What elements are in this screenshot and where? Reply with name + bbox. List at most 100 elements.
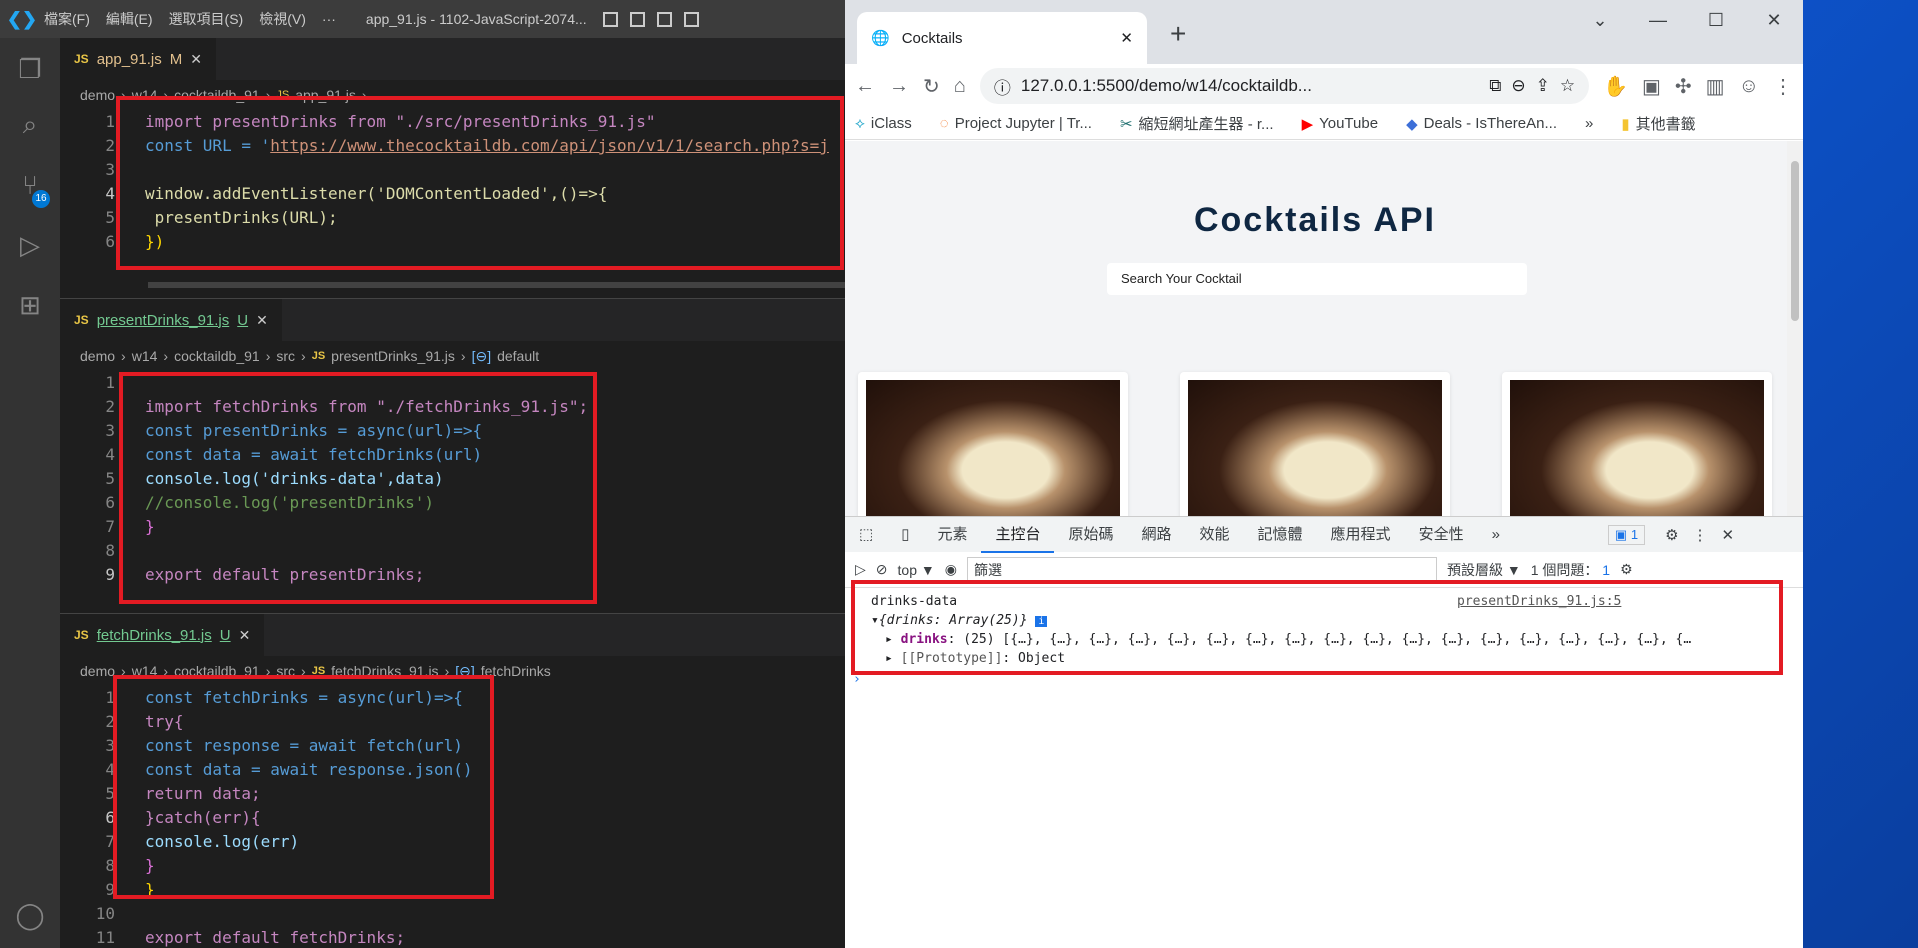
new-tab-icon[interactable]: + (1170, 18, 1186, 50)
translate-icon[interactable]: ⧉ (1489, 76, 1501, 96)
menu-icon[interactable]: ⋮ (1773, 74, 1793, 99)
inspect-icon[interactable]: ⬚ (845, 517, 887, 553)
live-expression-eye-icon[interactable]: ◉ (945, 561, 957, 578)
tab-performance[interactable]: 效能 (1186, 517, 1244, 553)
filter-input[interactable]: 篩選 (966, 556, 1437, 583)
home-icon[interactable]: ⌂ (954, 75, 966, 98)
menu-selection[interactable]: 選取項目(S) (169, 9, 244, 29)
breadcrumb-item[interactable]: src (276, 348, 295, 364)
bookmark-label: Project Jupyter | Tr... (954, 115, 1092, 132)
tab-fetchdrinks-js[interactable]: JS fetchDrinks_91.js U ✕ (60, 614, 265, 656)
console-settings-icon[interactable]: ⚙ (1620, 561, 1633, 578)
line-number: 8 (105, 856, 115, 875)
tab-search-icon[interactable]: ⌄ (1571, 0, 1629, 40)
toggle-panel-icon[interactable] (629, 11, 645, 27)
drink-image (1510, 380, 1764, 516)
device-toolbar-icon[interactable]: ▯ (887, 517, 923, 553)
tab-security[interactable]: 安全性 (1405, 517, 1478, 553)
line-number: 2 (105, 397, 115, 416)
line-number: 10 (95, 904, 115, 923)
search-input[interactable]: Search Your Cocktail (1107, 263, 1527, 295)
tab-sources[interactable]: 原始碼 (1054, 517, 1127, 553)
menu-file[interactable]: 檔案(F) (44, 9, 90, 29)
run-debug-icon[interactable]: ▷ (13, 228, 47, 262)
breadcrumb-item[interactable]: demo (80, 348, 115, 364)
toggle-secondary-sidebar-icon[interactable] (656, 11, 672, 27)
vscode-logo-icon: ❮❯ (6, 8, 38, 29)
minimize-icon[interactable]: — (1629, 0, 1687, 40)
forward-icon[interactable]: → (889, 75, 909, 98)
reload-icon[interactable]: ↻ (923, 74, 940, 99)
folder-icon: ▮ (1621, 115, 1630, 133)
profile-avatar-icon[interactable]: ☺ (1739, 75, 1759, 98)
drink-card[interactable] (1502, 372, 1772, 516)
close-tab-icon[interactable]: ✕ (239, 627, 251, 644)
tab-app-js[interactable]: JS app_91.js M ✕ (60, 38, 216, 80)
context-selector[interactable]: top ▼ (898, 562, 935, 578)
breadcrumb-item[interactable]: presentDrinks_91.js (331, 348, 455, 364)
tab-network[interactable]: 網路 (1128, 517, 1186, 553)
breadcrumb-item[interactable]: default (497, 348, 539, 364)
sidepanel-icon[interactable]: ▥ (1706, 74, 1725, 99)
bookmark-item[interactable]: ◆ Deals - IsThereAn... (1406, 115, 1557, 133)
address-bar[interactable]: ⓘ 127.0.0.1:5500/demo/w14/cocktaildb... … (979, 68, 1590, 104)
share-icon[interactable]: ⇪ (1536, 76, 1550, 96)
search-icon[interactable]: ⌕ (13, 108, 47, 142)
tab-elements[interactable]: 元素 (923, 517, 981, 553)
log-levels-dropdown[interactable]: 預設層級 ▼ (1447, 560, 1521, 580)
issues-counter[interactable]: ▣ 1 (1607, 524, 1646, 545)
more-bookmarks-icon[interactable]: » (1585, 115, 1593, 132)
close-tab-icon[interactable]: ✕ (256, 312, 268, 329)
drink-card[interactable] (1180, 372, 1450, 516)
bookmark-item[interactable]: ▶ YouTube (1302, 115, 1379, 133)
tab-presentdrinks-js[interactable]: JS presentDrinks_91.js U ✕ (60, 299, 282, 341)
maximize-icon[interactable]: ☐ (1687, 0, 1745, 40)
more-tabs-icon[interactable]: » (1478, 517, 1514, 553)
tab-application[interactable]: 應用程式 (1317, 517, 1405, 553)
extension-icon[interactable]: ▣ (1642, 74, 1661, 99)
breadcrumb-item[interactable]: demo (80, 663, 115, 679)
highlight-box (119, 372, 597, 604)
toggle-sidebar-icon[interactable] (602, 11, 618, 27)
menu-view[interactable]: 檢視(V) (259, 9, 306, 29)
back-icon[interactable]: ← (855, 75, 875, 98)
more-options-icon[interactable]: ⋮ (1693, 526, 1708, 544)
account-icon[interactable]: ◯ (13, 898, 47, 932)
explorer-icon[interactable]: ❐ (13, 52, 47, 86)
info-icon[interactable]: ⓘ (994, 74, 1011, 99)
bookmark-item[interactable]: ✂ 縮短網址產生器 - r... (1120, 113, 1274, 134)
issues-button[interactable]: 1 個問題： 1 (1531, 560, 1610, 580)
bookmark-item[interactable]: ◌ Project Jupyter | Tr... (940, 115, 1092, 132)
customize-layout-icon[interactable] (683, 11, 699, 27)
menu-more[interactable]: ··· (322, 11, 336, 27)
close-tab-icon[interactable]: ✕ (1120, 29, 1133, 47)
bookmark-label: YouTube (1319, 115, 1379, 132)
bookmark-folder[interactable]: ▮ 其他書籤 (1621, 113, 1695, 134)
horizontal-scrollbar[interactable] (148, 282, 845, 288)
zoom-icon[interactable]: ⊖ (1511, 76, 1525, 96)
breadcrumb-item[interactable]: demo (80, 87, 115, 103)
tab-console[interactable]: 主控台 (981, 517, 1055, 553)
line-number: 2 (105, 712, 115, 731)
extensions-puzzle-icon[interactable]: ✣ (1675, 74, 1692, 99)
tab-status: M (169, 50, 183, 68)
close-tab-icon[interactable]: ✕ (190, 51, 202, 68)
extension-icon[interactable]: ✋ (1603, 74, 1628, 99)
scroll-thumb[interactable] (1791, 161, 1799, 321)
menu-edit[interactable]: 編輯(E) (106, 9, 153, 29)
close-devtools-icon[interactable]: ✕ (1722, 526, 1735, 544)
browser-tab[interactable]: 🌐 Cocktails ✕ (857, 12, 1147, 64)
page-scrollbar[interactable] (1787, 141, 1803, 516)
line-number: 1 (105, 688, 115, 707)
extensions-icon[interactable]: ⊞ (13, 288, 47, 322)
bookmark-item[interactable]: ⟡ iClass (855, 115, 912, 132)
tab-memory[interactable]: 記憶體 (1244, 517, 1317, 553)
star-icon[interactable]: ☆ (1560, 76, 1575, 96)
sidebar-toggle-icon[interactable]: ▷ (855, 561, 866, 578)
breadcrumb-item[interactable]: w14 (132, 348, 158, 364)
drink-card[interactable] (858, 372, 1128, 516)
settings-gear-icon[interactable]: ⚙ (1665, 526, 1678, 544)
clear-console-icon[interactable]: ⊘ (876, 561, 888, 578)
breadcrumb-item[interactable]: cocktaildb_91 (174, 348, 260, 364)
close-window-icon[interactable]: ✕ (1745, 0, 1803, 40)
